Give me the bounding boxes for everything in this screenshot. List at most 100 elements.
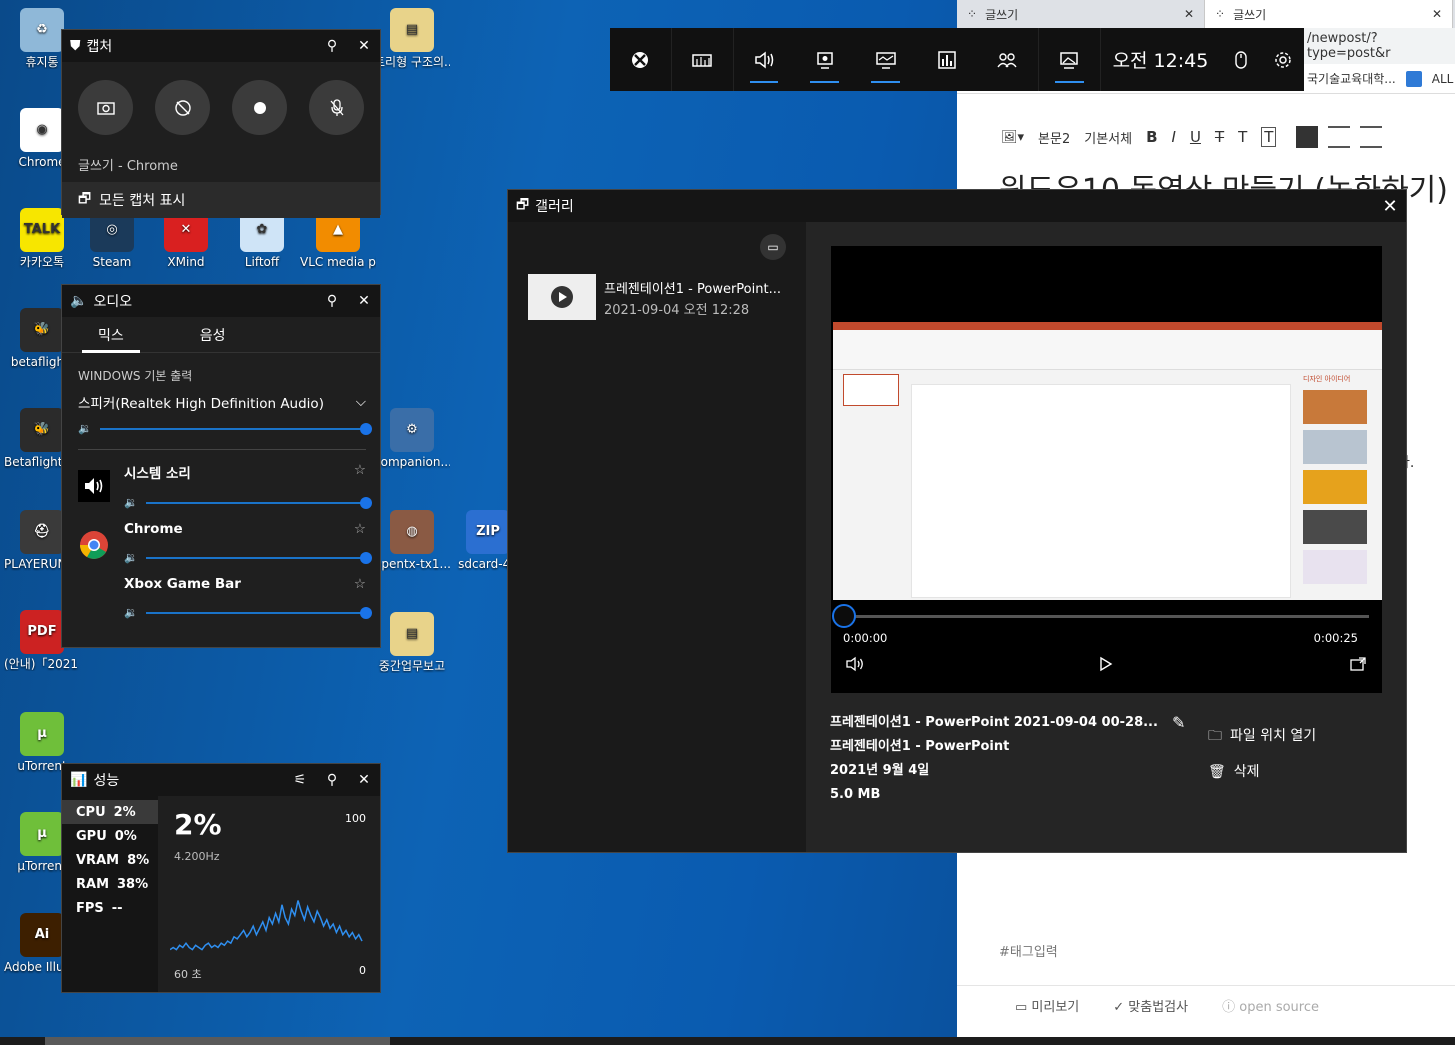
close-icon[interactable]: ✕ bbox=[1184, 7, 1194, 21]
close-icon[interactable]: ✕ bbox=[348, 285, 380, 317]
record-button[interactable] bbox=[232, 80, 287, 135]
volume-button[interactable] bbox=[845, 656, 865, 676]
video-player[interactable]: 디자인 아이디어 0:00:00 0:00:25 bbox=[831, 246, 1382, 693]
bold-button[interactable]: B bbox=[1146, 128, 1157, 146]
app-icon: ◉ bbox=[20, 108, 64, 152]
metric-label: CPU bbox=[76, 804, 106, 820]
close-icon[interactable]: ✕ bbox=[1432, 7, 1442, 21]
speaker-icon bbox=[755, 50, 774, 69]
perf-metric-vram[interactable]: VRAM 8% bbox=[62, 848, 158, 872]
audio-app-row: Chrome ☆ 🔉 bbox=[62, 509, 380, 564]
opensource-link[interactable]: ⓘ open source bbox=[1222, 996, 1319, 1015]
folder-view-button[interactable]: ▭ bbox=[760, 234, 786, 260]
align-right-icon[interactable] bbox=[1360, 126, 1383, 148]
progress-thumb[interactable] bbox=[832, 604, 856, 628]
align-center-icon[interactable] bbox=[1328, 126, 1351, 148]
star-icon[interactable]: ☆ bbox=[354, 576, 366, 592]
master-volume-slider[interactable]: 🔉 bbox=[62, 412, 380, 435]
social-widget-button[interactable] bbox=[977, 28, 1038, 91]
pencil-icon[interactable]: ✎ bbox=[1172, 711, 1185, 735]
star-icon[interactable]: ☆ bbox=[354, 462, 366, 482]
delete-button[interactable]: 🗑 삭제 bbox=[1208, 754, 1316, 790]
resources-widget-button[interactable] bbox=[916, 28, 977, 91]
app-volume-slider[interactable]: 🔉 bbox=[124, 537, 372, 564]
widget-header[interactable]: 📊 성능 ⚟ ⚲ ✕ bbox=[62, 764, 380, 796]
desktop-icon[interactable]: ⚙ companion... bbox=[374, 408, 450, 469]
preview-button[interactable]: ▭ 미리보기 bbox=[1015, 996, 1079, 1015]
video-progress-bar[interactable] bbox=[832, 604, 1369, 628]
pin-icon[interactable]: ⚲ bbox=[316, 285, 348, 317]
desktop-icon[interactable]: ▤ 트리형 구조의... bbox=[374, 8, 450, 69]
strike-button[interactable]: T bbox=[1215, 128, 1224, 146]
chart-duration: 60 초 bbox=[174, 968, 202, 981]
show-all-captures-button[interactable]: 🗗 모든 캡처 표시 bbox=[62, 182, 380, 218]
italic-button[interactable]: I bbox=[1172, 128, 1176, 146]
gallery-item[interactable]: 프레젠테이션1 - PowerPoint... 2021-09-04 오전 12… bbox=[528, 274, 781, 320]
tab-voice[interactable]: 음성 bbox=[184, 317, 242, 353]
settings-button[interactable] bbox=[1262, 28, 1304, 91]
tag-input[interactable]: #태그입력 bbox=[999, 941, 1058, 960]
close-icon[interactable]: ✕ bbox=[348, 30, 380, 62]
chrome-tab-1[interactable]: ⁘ 글쓰기 ✕ bbox=[957, 0, 1205, 28]
bookmark-item[interactable]: ALL bbox=[1432, 72, 1454, 86]
mouse-button[interactable] bbox=[1220, 28, 1262, 91]
close-icon[interactable]: ✕ bbox=[1374, 196, 1406, 217]
perf-metric-fps[interactable]: FPS -- bbox=[62, 896, 158, 920]
performance-widget-button[interactable] bbox=[855, 28, 916, 91]
slider-thumb[interactable] bbox=[360, 551, 372, 564]
performance-metric-list: CPU 2% GPU 0% VRAM 8% RAM 38% FPS -- bbox=[62, 796, 158, 992]
capture-widget-button[interactable] bbox=[794, 28, 855, 91]
slider-thumb[interactable] bbox=[360, 422, 372, 435]
gallery-widget-button[interactable] bbox=[1039, 28, 1100, 91]
image-icon[interactable]: 🖼▾ bbox=[1001, 130, 1024, 145]
widget-header[interactable]: 🔈 오디오 ⚲ ✕ bbox=[62, 285, 380, 317]
slider-thumb[interactable] bbox=[360, 496, 372, 509]
slider-thumb[interactable] bbox=[360, 606, 372, 619]
mic-button[interactable] bbox=[309, 80, 364, 135]
app-icon: µ bbox=[20, 712, 64, 756]
screenshot-button[interactable] bbox=[78, 80, 133, 135]
spellcheck-button[interactable]: ✓ 맞춤법검사 bbox=[1113, 996, 1188, 1015]
metric-value: -- bbox=[111, 900, 123, 916]
app-volume-slider[interactable]: 🔉 bbox=[124, 592, 372, 619]
star-icon[interactable]: ☆ bbox=[354, 521, 366, 537]
play-button[interactable] bbox=[1099, 656, 1113, 676]
app-volume-slider[interactable]: 🔉 bbox=[124, 482, 372, 509]
gallery-header[interactable]: 🗗 갤러리 ✕ bbox=[508, 190, 1406, 222]
tab-mix[interactable]: 믹스 bbox=[82, 317, 140, 353]
xbox-icon bbox=[632, 51, 649, 68]
paragraph-select[interactable]: 본문2 bbox=[1038, 128, 1070, 147]
delete-label: 삭제 bbox=[1233, 764, 1260, 780]
capture-date: 2021년 9월 4일 bbox=[830, 763, 930, 778]
desktop-icon[interactable]: ◍ opentx-tx1... bbox=[374, 510, 450, 571]
design-ideas-pane: 디자인 아이디어 bbox=[1303, 374, 1375, 600]
taskbar-app[interactable] bbox=[45, 1037, 390, 1045]
widget-menu-button[interactable] bbox=[672, 28, 733, 91]
audio-widget-button[interactable] bbox=[734, 28, 795, 91]
pin-icon[interactable]: ⚲ bbox=[316, 764, 348, 796]
open-location-button[interactable]: 🗀 파일 위치 열기 bbox=[1208, 718, 1316, 754]
pin-icon[interactable]: ⚲ bbox=[316, 30, 348, 62]
slide-thumbnail bbox=[843, 374, 899, 406]
chrome-tab-2[interactable]: ⁘ 글쓰기 ✕ bbox=[1205, 0, 1453, 28]
settings-sliders-icon[interactable]: ⚟ bbox=[284, 764, 316, 796]
desktop-icon[interactable]: ▤ 중간업무보고 bbox=[374, 612, 450, 673]
perf-metric-cpu[interactable]: CPU 2% bbox=[62, 800, 158, 824]
underline-button[interactable]: U bbox=[1190, 128, 1201, 146]
record-last-button[interactable] bbox=[155, 80, 210, 135]
close-icon[interactable]: ✕ bbox=[348, 764, 380, 796]
xbox-button[interactable] bbox=[610, 28, 671, 91]
font-select[interactable]: 기본서체 bbox=[1084, 128, 1132, 147]
gallery-icon: 🗗 bbox=[78, 191, 92, 207]
perf-metric-ram[interactable]: RAM 38% bbox=[62, 872, 158, 896]
align-left-icon[interactable] bbox=[1296, 126, 1319, 148]
perf-metric-gpu[interactable]: GPU 0% bbox=[62, 824, 158, 848]
preview-label: 미리보기 bbox=[1031, 1000, 1080, 1015]
editor-toolbar: 🖼▾ 본문2 기본서체 B I U T T T bbox=[957, 120, 1455, 154]
widget-header[interactable]: ⛊ 캡처 ⚲ ✕ bbox=[62, 30, 380, 62]
fullscreen-button[interactable] bbox=[1349, 656, 1367, 676]
font-color-button[interactable]: T bbox=[1238, 128, 1247, 146]
output-device-select[interactable]: 스피커(Realtek High Definition Audio) ⌵ bbox=[62, 384, 380, 412]
bookmark-item[interactable]: 국기술교육대학... bbox=[1307, 70, 1396, 87]
highlight-button[interactable]: T bbox=[1261, 127, 1277, 147]
